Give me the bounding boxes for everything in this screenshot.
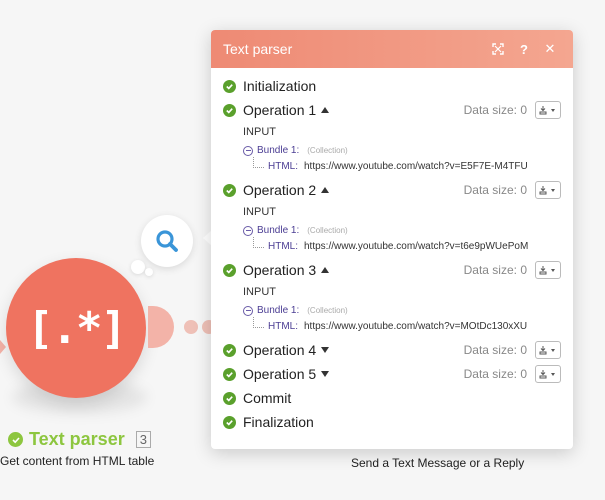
inspector-bubble[interactable] — [141, 215, 193, 267]
bundle-name: Bundle 1: — [257, 145, 300, 156]
execution-inspector-panel: Text parser ? ✕ Initialization Operation… — [211, 30, 573, 449]
download-icon — [539, 106, 555, 115]
module-title-text: Text parser — [29, 429, 125, 449]
caret-down-icon — [321, 347, 330, 353]
module-id-badge: 3 — [135, 431, 151, 448]
field-key: HTML: — [268, 240, 298, 252]
download-icon — [539, 346, 555, 355]
html-field-row: HTML: https://www.youtube.com/watch?v=MO… — [253, 316, 561, 334]
field-key: HTML: — [268, 320, 298, 332]
bundle-row[interactable]: Bundle 1: (Collection) — [243, 143, 561, 158]
step-label: Commit — [243, 390, 292, 406]
operation-label: Operation 1 — [243, 102, 330, 118]
operation-2-details: INPUT Bundle 1: (Collection) HTML: https… — [223, 204, 561, 254]
step-finalization[interactable]: Finalization — [223, 410, 561, 434]
success-check-icon — [223, 343, 236, 357]
input-heading: INPUT — [243, 126, 276, 138]
data-size: Data size: 0 — [463, 367, 527, 381]
module-subtitle: Get content from HTML table — [0, 454, 155, 468]
collapse-icon[interactable] — [243, 305, 253, 316]
connector-dot — [184, 320, 198, 334]
operation-1-row[interactable]: Operation 1 Data size: 0 — [223, 98, 561, 122]
download-button[interactable] — [535, 341, 561, 359]
success-check-icon — [223, 367, 236, 381]
operation-3-details: INPUT Bundle 1: (Collection) HTML: https… — [223, 284, 561, 334]
collection-type: (Collection) — [307, 146, 348, 155]
field-value[interactable]: https://www.youtube.com/watch?v=MOtDc130… — [304, 321, 527, 332]
download-button[interactable] — [535, 181, 561, 199]
close-icon[interactable]: ✕ — [539, 41, 561, 57]
caret-up-icon — [321, 107, 330, 113]
status-check-icon — [8, 432, 23, 447]
input-heading: INPUT — [243, 206, 276, 218]
caret-down-icon — [321, 371, 330, 377]
operations-list: Initialization Operation 1 Data size: 0 … — [211, 68, 573, 434]
input-heading: INPUT — [243, 286, 276, 298]
data-size: Data size: 0 — [463, 103, 527, 117]
success-check-icon — [223, 263, 236, 277]
previous-module-edge — [0, 340, 6, 354]
next-module-subtitle: Send a Text Message or a Reply — [351, 456, 525, 470]
bubble-tail — [145, 268, 153, 276]
bundle-row[interactable]: Bundle 1: (Collection) — [243, 303, 561, 318]
caret-up-icon — [321, 187, 330, 193]
operation-label: Operation 3 — [243, 262, 330, 278]
step-initialization[interactable]: Initialization — [223, 74, 561, 98]
download-icon — [539, 186, 555, 195]
field-value[interactable]: https://www.youtube.com/watch?v=E5F7E-M4… — [304, 161, 528, 172]
caret-up-icon — [321, 267, 330, 273]
field-key: HTML: — [268, 160, 298, 172]
success-check-icon — [223, 79, 236, 93]
step-label: Initialization — [243, 78, 317, 94]
success-check-icon — [223, 183, 236, 197]
html-field-row: HTML: https://www.youtube.com/watch?v=t6… — [253, 236, 561, 254]
step-label: Finalization — [243, 414, 314, 430]
operation-label: Operation 5 — [243, 366, 330, 382]
download-button[interactable] — [535, 261, 561, 279]
download-icon — [539, 370, 555, 379]
bundle-row[interactable]: Bundle 1: (Collection) — [243, 223, 561, 238]
operation-5-row[interactable]: Operation 5 Data size: 0 — [223, 362, 561, 386]
collapse-icon[interactable] — [243, 145, 253, 156]
bundle-name: Bundle 1: — [257, 225, 300, 236]
bubble-tail — [131, 260, 145, 274]
operation-1-details: INPUT Bundle 1: (Collection) HTML: https… — [223, 124, 561, 174]
module-connector[interactable] — [148, 306, 174, 348]
success-check-icon — [223, 415, 236, 429]
help-icon[interactable]: ? — [513, 42, 535, 57]
regex-glyph-icon: [.*] — [27, 302, 127, 354]
collection-type: (Collection) — [307, 306, 348, 315]
expand-icon[interactable] — [487, 43, 509, 55]
data-size: Data size: 0 — [463, 343, 527, 357]
collection-type: (Collection) — [307, 226, 348, 235]
operation-label: Operation 4 — [243, 342, 330, 358]
data-size: Data size: 0 — [463, 183, 527, 197]
download-button[interactable] — [535, 101, 561, 119]
module-title[interactable]: Text parser 3 — [8, 429, 151, 450]
operation-2-row[interactable]: Operation 2 Data size: 0 — [223, 178, 561, 202]
panel-header: Text parser ? ✕ — [211, 30, 573, 68]
download-button[interactable] — [535, 365, 561, 383]
data-size: Data size: 0 — [463, 263, 527, 277]
field-value[interactable]: https://www.youtube.com/watch?v=t6e9pWUe… — [304, 241, 528, 252]
collapse-icon[interactable] — [243, 225, 253, 236]
text-parser-module[interactable]: [.*] — [6, 258, 146, 398]
success-check-icon — [223, 103, 236, 117]
operation-3-row[interactable]: Operation 3 Data size: 0 — [223, 258, 561, 282]
success-check-icon — [223, 391, 236, 405]
operation-label: Operation 2 — [243, 182, 330, 198]
download-icon — [539, 266, 555, 275]
html-field-row: HTML: https://www.youtube.com/watch?v=E5… — [253, 156, 561, 174]
operation-4-row[interactable]: Operation 4 Data size: 0 — [223, 338, 561, 362]
tree-connector — [253, 156, 264, 168]
tree-connector — [253, 316, 264, 328]
tree-connector — [253, 236, 264, 248]
bundle-name: Bundle 1: — [257, 305, 300, 316]
step-commit[interactable]: Commit — [223, 386, 561, 410]
panel-title: Text parser — [223, 41, 293, 57]
search-icon — [156, 230, 178, 252]
